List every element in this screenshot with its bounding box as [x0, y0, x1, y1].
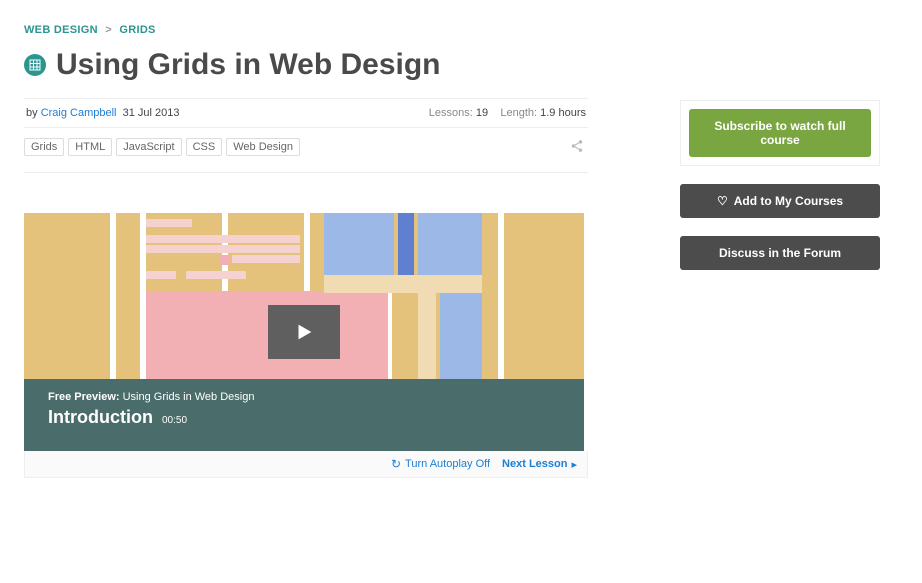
video-preview[interactable]: Free Preview: Using Grids in Web Design …: [24, 213, 584, 451]
breadcrumb-sep: >: [105, 24, 112, 36]
tag-html[interactable]: HTML: [68, 138, 112, 156]
lessons-count: 19: [476, 107, 488, 119]
publish-date: 31 Jul 2013: [123, 107, 180, 119]
share-icon[interactable]: [570, 139, 584, 156]
video-footer: ↻ Turn Autoplay Off Next Lesson ▸: [24, 451, 588, 478]
autoplay-toggle[interactable]: ↻ Turn Autoplay Off: [391, 457, 490, 471]
page-title: Using Grids in Web Design: [56, 48, 441, 82]
tags-row: Grids HTML JavaScript CSS Web Design: [24, 128, 588, 173]
title-row: Using Grids in Web Design: [24, 48, 898, 82]
discuss-forum-button[interactable]: Discuss in the Forum: [680, 236, 880, 270]
free-preview-label: Free Preview:: [48, 391, 120, 403]
length-value: 1.9 hours: [540, 107, 586, 119]
lesson-title: Introduction: [48, 407, 153, 427]
breadcrumb: WEB DESIGN > GRIDS: [24, 24, 898, 36]
tag-grids[interactable]: Grids: [24, 138, 64, 156]
lessons-label: Lessons:: [429, 107, 473, 119]
subscribe-button[interactable]: Subscribe to watch full course: [689, 109, 871, 157]
lesson-duration: 00:50: [162, 415, 187, 426]
add-to-courses-button[interactable]: ♡ Add to My Courses: [680, 184, 880, 218]
next-lesson-link[interactable]: Next Lesson ▸: [502, 458, 577, 471]
meta-bar: by Craig Campbell 31 Jul 2013 Lessons: 1…: [24, 98, 588, 128]
tag-javascript[interactable]: JavaScript: [116, 138, 181, 156]
video-overlay-bar: Free Preview: Using Grids in Web Design …: [24, 379, 584, 451]
by-label: by: [26, 107, 38, 119]
preview-course-title: Using Grids in Web Design: [123, 391, 255, 403]
length-label: Length:: [500, 107, 537, 119]
refresh-icon: ↻: [391, 457, 401, 471]
author-link[interactable]: Craig Campbell: [41, 107, 117, 119]
tag-css[interactable]: CSS: [186, 138, 223, 156]
grid-icon: [24, 54, 46, 76]
breadcrumb-root[interactable]: WEB DESIGN: [24, 24, 98, 36]
subscribe-box: Subscribe to watch full course: [680, 100, 880, 166]
tag-webdesign[interactable]: Web Design: [226, 138, 300, 156]
breadcrumb-current[interactable]: GRIDS: [119, 24, 155, 36]
play-button[interactable]: [268, 305, 340, 359]
arrow-right-icon: ▸: [571, 458, 577, 471]
heart-icon: ♡: [717, 194, 728, 208]
